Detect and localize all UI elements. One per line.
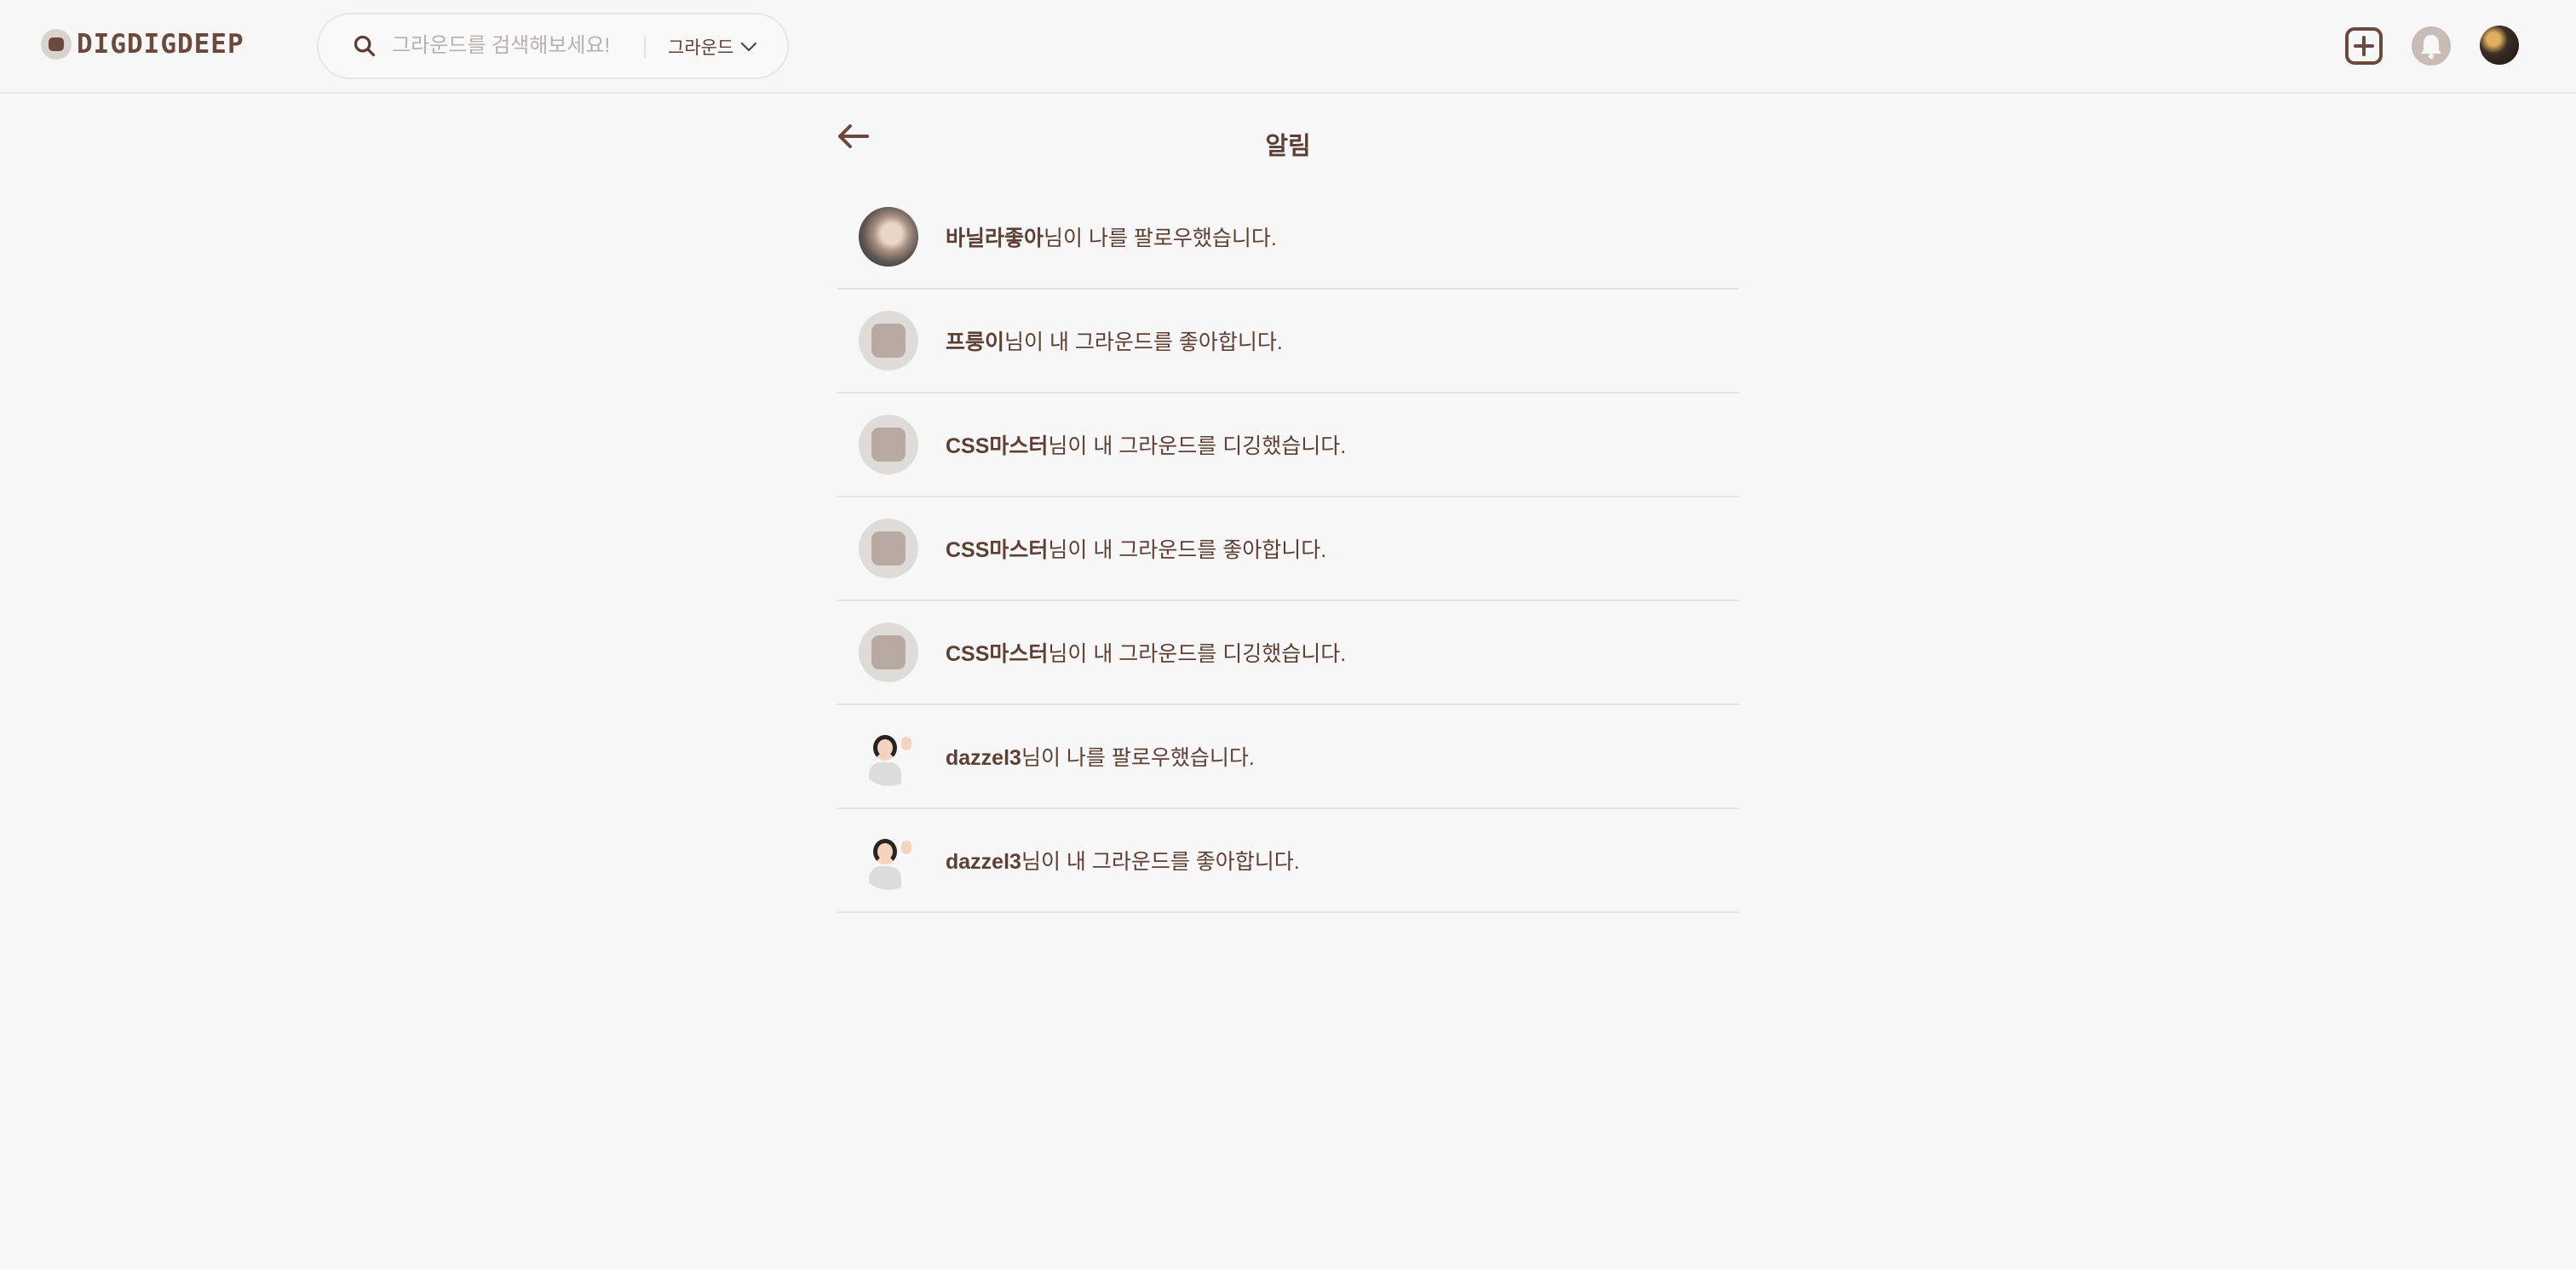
search-divider — [644, 36, 646, 58]
notification-item[interactable]: CSS마스터님이 내 그라운드를 디깅했습니다. — [837, 601, 1739, 705]
avatar — [859, 726, 918, 786]
notification-list: 바닐라좋아님이 나를 팔로우했습니다. 프룽이님이 내 그라운드를 좋아합니다.… — [837, 186, 1739, 913]
notification-message: 님이 내 그라운드를 디깅했습니다. — [1048, 434, 1347, 458]
notification-item[interactable]: dazzel3님이 내 그라운드를 좋아합니다. — [837, 809, 1739, 913]
notification-item[interactable]: 바닐라좋아님이 나를 팔로우했습니다. — [837, 186, 1739, 290]
notification-item[interactable]: dazzel3님이 나를 팔로우했습니다. — [837, 705, 1739, 809]
page-title: 알림 — [1265, 133, 1311, 160]
bell-icon[interactable] — [2411, 26, 2452, 66]
add-square-icon[interactable] — [2343, 26, 2384, 66]
notification-user: dazzel3 — [946, 850, 1021, 874]
notification-user: CSS마스터 — [946, 538, 1049, 562]
top-bar: DIGDIGDEEP 그라운드 — [0, 0, 2576, 94]
notification-item[interactable]: CSS마스터님이 내 그라운드를 좋아합니다. — [837, 497, 1739, 601]
avatar — [859, 415, 918, 474]
default-avatar-icon — [871, 635, 906, 669]
search-scope-label: 그라운드 — [668, 38, 734, 58]
default-avatar-icon — [871, 428, 906, 462]
notification-message: 님이 내 그라운드를 좋아합니다. — [1021, 850, 1300, 874]
search-input[interactable] — [392, 30, 622, 62]
notification-message: 님이 나를 팔로우했습니다. — [1021, 746, 1255, 770]
search-icon[interactable] — [353, 34, 377, 58]
notification-user: 프룽이 — [946, 330, 1005, 354]
logo[interactable]: DIGDIGDEEP — [41, 27, 244, 61]
my-profile-avatar[interactable] — [2480, 26, 2519, 65]
notification-user: 바닐라좋아 — [946, 227, 1044, 250]
avatar — [859, 207, 918, 267]
search-bar: 그라운드 — [317, 13, 789, 79]
avatar — [859, 623, 918, 682]
default-avatar-icon — [871, 531, 906, 566]
notification-message: 님이 내 그라운드를 좋아합니다. — [1004, 330, 1283, 354]
logo-icon — [41, 29, 72, 60]
notification-user: CSS마스터 — [946, 434, 1049, 458]
notification-item[interactable]: CSS마스터님이 내 그라운드를 디깅했습니다. — [837, 393, 1739, 497]
avatar — [859, 311, 918, 370]
avatar — [859, 519, 918, 578]
notification-message: 님이 내 그라운드를 디깅했습니다. — [1048, 642, 1347, 666]
notification-item[interactable]: 프룽이님이 내 그라운드를 좋아합니다. — [837, 290, 1739, 393]
default-avatar-icon — [871, 324, 906, 358]
notification-user: CSS마스터 — [946, 642, 1049, 666]
avatar — [859, 830, 918, 890]
notification-message: 님이 나를 팔로우했습니다. — [1044, 227, 1277, 250]
search-scope-select[interactable]: 그라운드 — [668, 32, 757, 62]
logo-text: DIGDIGDEEP — [77, 29, 244, 60]
page-header: 알림 — [837, 94, 1739, 186]
notification-user: dazzel3 — [946, 746, 1021, 770]
notification-message: 님이 내 그라운드를 좋아합니다. — [1048, 538, 1327, 562]
chevron-down-icon — [741, 42, 757, 52]
notifications-page: 알림 바닐라좋아님이 나를 팔로우했습니다. 프룽이님이 내 그라운드를 좋아합… — [837, 94, 1739, 913]
